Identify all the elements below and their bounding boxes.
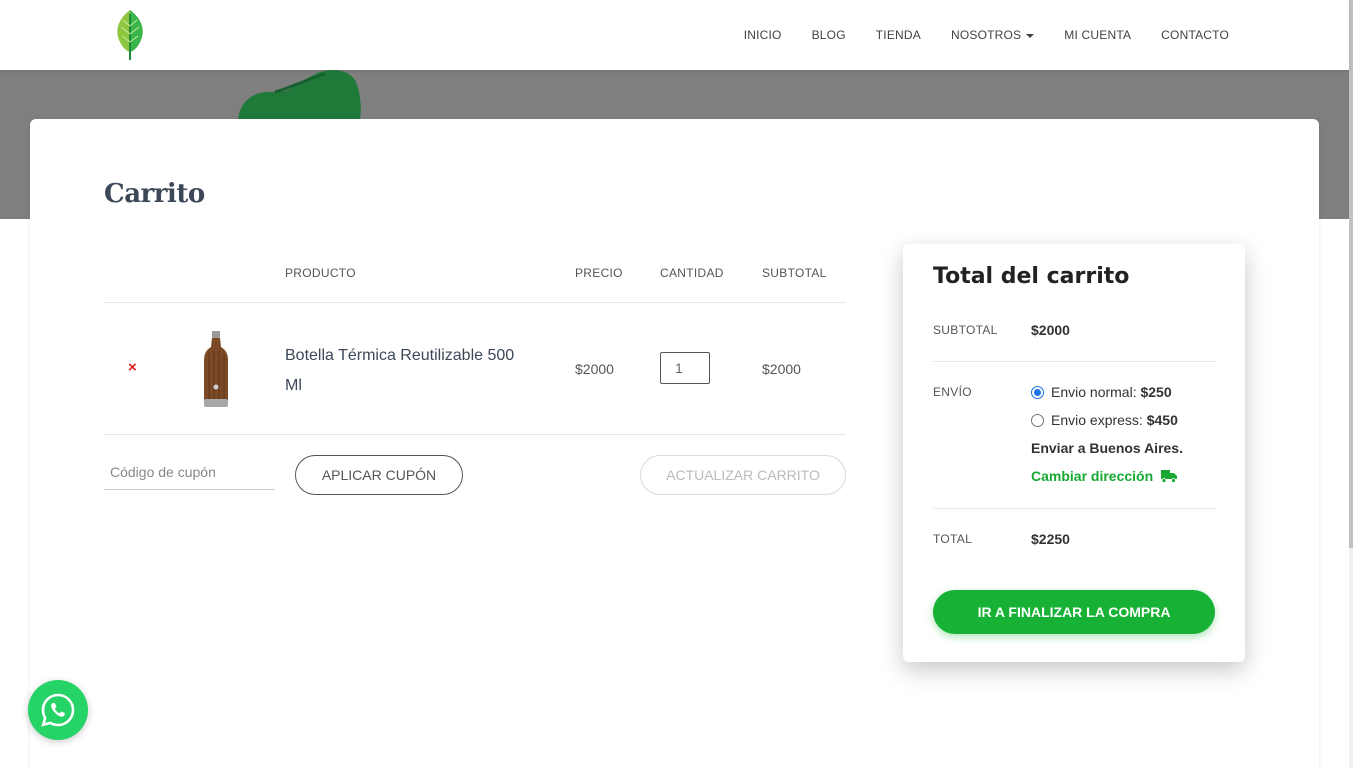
remove-icon[interactable]: ×: [128, 360, 137, 375]
nav-inicio-label: INICIO: [743, 28, 782, 42]
product-name-link[interactable]: Botella Térmica Reutilizable 500 Ml: [285, 341, 535, 401]
divider: [933, 508, 1215, 509]
shipping-express-price: $450: [1146, 412, 1178, 428]
product-price: $2000: [575, 361, 614, 377]
nav-contacto[interactable]: CONTACTO: [1161, 28, 1229, 42]
subtotal-label: SUBTOTAL: [933, 323, 998, 337]
cart-table: PRODUCTO PRECIO CANTIDAD SUBTOTAL × Bote…: [104, 244, 846, 515]
subtotal-value: $2000: [1031, 322, 1070, 338]
coupon-row: APLICAR CUPÓN ACTUALIZAR CARRITO: [104, 435, 846, 515]
nav-inicio[interactable]: INICIO: [744, 28, 782, 42]
nav-nosotros-label: NOSOTROS: [950, 28, 1022, 42]
cart-item-row: × Botella Térmica Reutilizable 500 Ml $2…: [104, 303, 846, 435]
caret-down-icon: [1026, 34, 1035, 38]
product-thumbnail[interactable]: [182, 327, 250, 411]
whatsapp-icon: [41, 693, 75, 727]
radio-express[interactable]: [1031, 413, 1044, 427]
page-scrollbar[interactable]: [1349, 0, 1353, 768]
main-nav: INICIO BLOG TIENDA NOSOTROS MI CUENTA CO…: [714, 0, 1229, 70]
header-subtotal: SUBTOTAL: [762, 266, 827, 280]
quantity-input[interactable]: [660, 352, 710, 384]
header-product: PRODUCTO: [285, 266, 356, 280]
change-address-label: Cambiar dirección: [1031, 468, 1154, 484]
shipping-normal-label: Envio normal:: [1051, 384, 1137, 400]
update-cart-button[interactable]: ACTUALIZAR CARRITO: [640, 455, 846, 495]
shipping-option-express[interactable]: Envio express: $450: [1031, 412, 1178, 428]
total-label: TOTAL: [933, 532, 973, 546]
header-price: PRECIO: [575, 266, 623, 280]
change-address-link[interactable]: Cambiar dirección: [1031, 468, 1178, 484]
product-subtotal: $2000: [762, 361, 801, 377]
radio-normal[interactable]: [1031, 385, 1044, 399]
ship-to-text: Enviar a Buenos Aires.: [1031, 440, 1183, 456]
truck-icon: [1161, 470, 1178, 483]
shipping-express-label: Envio express:: [1051, 412, 1143, 428]
shipping-normal-price: $250: [1140, 384, 1172, 400]
leaf-logo-icon[interactable]: [113, 8, 147, 62]
nav-blog[interactable]: BLOG: [812, 28, 846, 42]
nav-tienda-label: TIENDA: [875, 28, 921, 42]
header-quantity: CANTIDAD: [660, 266, 724, 280]
nav-mi-cuenta-label: MI CUENTA: [1064, 28, 1132, 42]
totals-title: Total del carrito: [933, 264, 1130, 289]
apply-coupon-button[interactable]: APLICAR CUPÓN: [295, 455, 463, 495]
bottle-image: [204, 331, 228, 407]
nav-contacto-label: CONTACTO: [1161, 28, 1229, 42]
nav-blog-label: BLOG: [811, 28, 846, 42]
checkout-button[interactable]: IR A FINALIZAR LA COMPRA: [933, 590, 1215, 634]
page-title: Carrito: [104, 179, 205, 209]
total-value: $2250: [1031, 531, 1070, 547]
cart-table-header: PRODUCTO PRECIO CANTIDAD SUBTOTAL: [104, 244, 846, 303]
shipping-option-normal[interactable]: Envio normal: $250: [1031, 384, 1172, 400]
nav-mi-cuenta[interactable]: MI CUENTA: [1064, 28, 1131, 42]
cart-page-card: Carrito PRODUCTO PRECIO CANTIDAD SUBTOTA…: [30, 119, 1319, 768]
site-header: INICIO BLOG TIENDA NOSOTROS MI CUENTA CO…: [0, 0, 1349, 70]
shipping-label: ENVÍO: [933, 385, 972, 399]
scrollbar-thumb[interactable]: [1349, 0, 1353, 548]
coupon-input[interactable]: [104, 455, 275, 490]
nav-tienda[interactable]: TIENDA: [876, 28, 921, 42]
whatsapp-button[interactable]: [28, 680, 88, 740]
divider: [933, 361, 1215, 362]
nav-nosotros[interactable]: NOSOTROS: [950, 28, 1035, 42]
hero-decoration: [238, 70, 361, 120]
cart-totals: Total del carrito SUBTOTAL $2000 ENVÍO E…: [903, 244, 1245, 662]
